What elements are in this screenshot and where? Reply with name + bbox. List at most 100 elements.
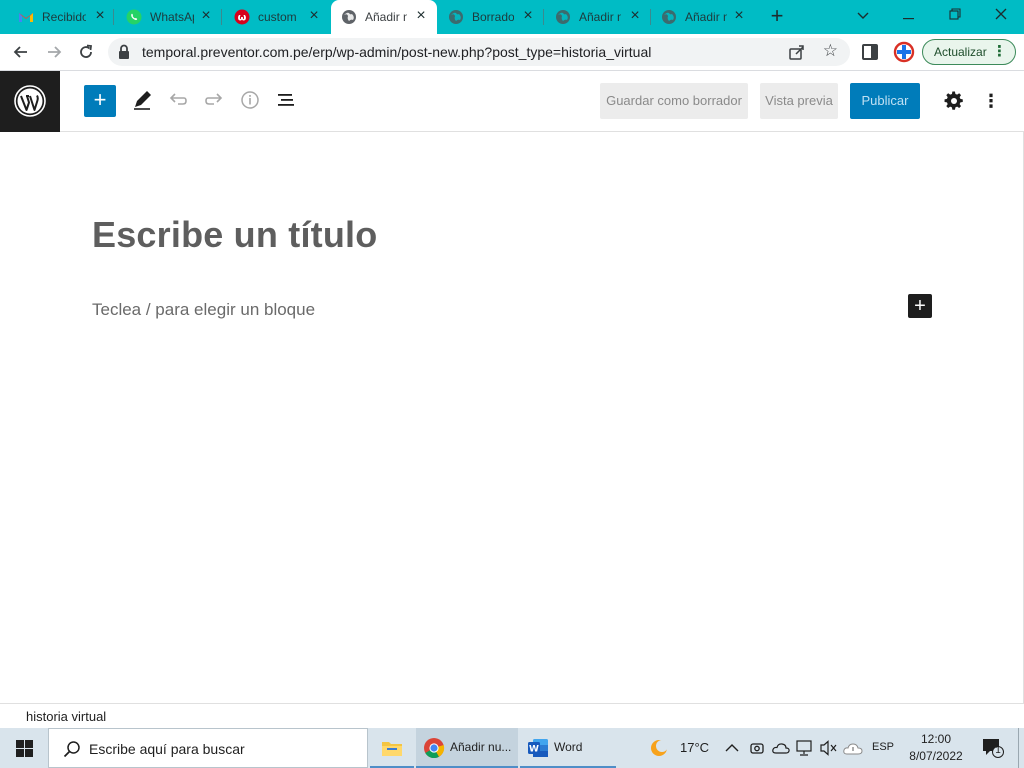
address-bar[interactable]: temporal.preventor.com.pe/erp/wp-admin/p… (108, 38, 850, 66)
tab-custom[interactable]: ω custom × (224, 0, 330, 34)
search-icon (63, 741, 80, 758)
settings-button[interactable] (944, 91, 964, 111)
chevron-up-icon (725, 744, 739, 752)
close-icon[interactable]: × (413, 8, 429, 24)
add-block-button[interactable]: + (908, 294, 932, 318)
url-text[interactable]: temporal.preventor.com.pe/erp/wp-admin/p… (142, 44, 651, 60)
close-icon[interactable]: × (731, 8, 747, 24)
arrow-left-icon (13, 46, 27, 58)
tab-whatsapp[interactable]: WhatsApp × (116, 0, 222, 34)
globe-icon (661, 9, 677, 25)
list-view-button[interactable] (274, 88, 300, 114)
tray-onedrive-button[interactable] (772, 728, 790, 768)
minimize-button[interactable] (897, 4, 921, 26)
breadcrumb[interactable]: historia virtual (26, 709, 106, 724)
gear-icon (944, 91, 963, 110)
close-icon[interactable]: × (520, 8, 536, 24)
chrome-icon (424, 738, 445, 759)
publish-button[interactable]: Publicar (850, 83, 920, 119)
tray-volume-button[interactable] (820, 728, 838, 768)
share-icon[interactable] (788, 43, 806, 61)
block-inserter-button[interactable]: + (84, 85, 116, 117)
close-icon[interactable]: × (306, 8, 322, 24)
close-icon (995, 8, 1007, 20)
browser-toolbar: temporal.preventor.com.pe/erp/wp-admin/p… (0, 34, 1024, 71)
redo-button[interactable] (202, 88, 228, 114)
wordpress-logo-button[interactable] (0, 71, 60, 132)
wordpress-icon (14, 85, 46, 117)
svg-text:W: W (529, 745, 539, 755)
block-placeholder[interactable]: Teclea / para elegir un bloque (92, 300, 315, 320)
tab-title: Recibido (42, 10, 86, 24)
taskbar-word-button[interactable]: W Word (520, 728, 616, 768)
tab-anadir-3[interactable]: Añadir n × (651, 0, 757, 34)
tab-separator (543, 9, 544, 25)
clock-date: 8/07/2022 (909, 749, 963, 763)
chevron-down-icon (857, 12, 869, 19)
start-button[interactable] (0, 728, 48, 768)
details-button[interactable] (238, 88, 264, 114)
tray-overflow-button[interactable] (724, 728, 740, 768)
notification-count: 1 (995, 745, 1001, 756)
taskbar-clock[interactable]: 12:00 8/07/2022 (900, 731, 972, 765)
forward-button[interactable] (42, 40, 66, 64)
back-button[interactable] (9, 40, 33, 64)
browser-tab-strip: Recibido × WhatsApp × ω custom × Añadir … (0, 0, 1024, 34)
svg-text:ω: ω (238, 13, 247, 24)
options-menu-icon[interactable]: ⋮ (982, 89, 1000, 113)
search-placeholder: Escribe aquí para buscar (89, 741, 245, 757)
volume-muted-icon (820, 740, 837, 756)
tab-gmail[interactable]: Recibido × (8, 0, 114, 34)
folder-icon (382, 742, 402, 756)
taskbar-chrome-button[interactable]: Añadir nu... (416, 728, 518, 768)
gmail-icon (18, 9, 34, 25)
pencil-icon (134, 91, 151, 110)
reload-button[interactable] (74, 40, 98, 64)
customer-app-icon: ω (234, 9, 250, 25)
tab-search-button[interactable] (851, 4, 875, 26)
tab-title: WhatsApp (150, 10, 194, 24)
language-label: ESP (872, 741, 895, 753)
tab-active-anadir[interactable]: Añadir n × (331, 0, 437, 34)
minimize-icon (903, 18, 914, 20)
update-button[interactable]: Actualizar ⋮ (922, 39, 1016, 65)
tab-anadir-2[interactable]: Añadir n × (545, 0, 651, 34)
new-tab-button[interactable]: + (766, 5, 788, 28)
post-title-input[interactable]: Escribe un título (92, 214, 377, 256)
network-icon (796, 740, 812, 756)
taskbar-app-label: Añadir nu... (450, 740, 512, 754)
tab-title: Añadir n (365, 10, 407, 24)
tools-edit-button[interactable] (130, 88, 156, 114)
lock-icon[interactable] (118, 44, 132, 60)
restore-button[interactable] (943, 4, 967, 26)
taskbar-app-label: Word (554, 740, 583, 754)
cloud-alert-icon (843, 743, 863, 755)
side-panel-icon[interactable] (862, 44, 878, 60)
whatsapp-icon (126, 9, 142, 25)
weather-widget[interactable]: 17°C (648, 728, 714, 768)
taskbar-search-box[interactable]: Escribe aquí para buscar (48, 728, 368, 768)
tab-title: custom (258, 10, 297, 24)
save-draft-button[interactable]: Guardar como borrador (600, 83, 748, 119)
globe-icon (341, 9, 357, 25)
tab-borrado[interactable]: Borrado × (438, 0, 544, 34)
tray-network-button[interactable] (796, 728, 814, 768)
close-window-button[interactable] (989, 4, 1013, 26)
tab-title: Añadir n (579, 10, 621, 24)
file-explorer-button[interactable] (370, 728, 414, 768)
bookmark-star-icon[interactable]: ☆ (823, 41, 838, 61)
language-indicator[interactable]: ESP (870, 728, 896, 768)
close-icon[interactable]: × (627, 8, 643, 24)
tray-meet-button[interactable] (749, 728, 765, 768)
notification-center-button[interactable]: 1 (982, 738, 1004, 758)
close-icon[interactable]: × (198, 8, 214, 24)
windows-taskbar: Escribe aquí para buscar Añadir nu... W … (0, 728, 1024, 768)
globe-icon (555, 9, 571, 25)
extension-icon[interactable] (892, 40, 916, 64)
tray-weather-alert-button[interactable] (843, 728, 863, 768)
close-icon[interactable]: × (92, 8, 108, 24)
menu-dots-icon: ⋮ (992, 43, 1007, 60)
undo-button[interactable] (166, 88, 192, 114)
preview-button[interactable]: Vista previa (760, 83, 838, 119)
show-desktop-button[interactable] (1018, 728, 1024, 768)
